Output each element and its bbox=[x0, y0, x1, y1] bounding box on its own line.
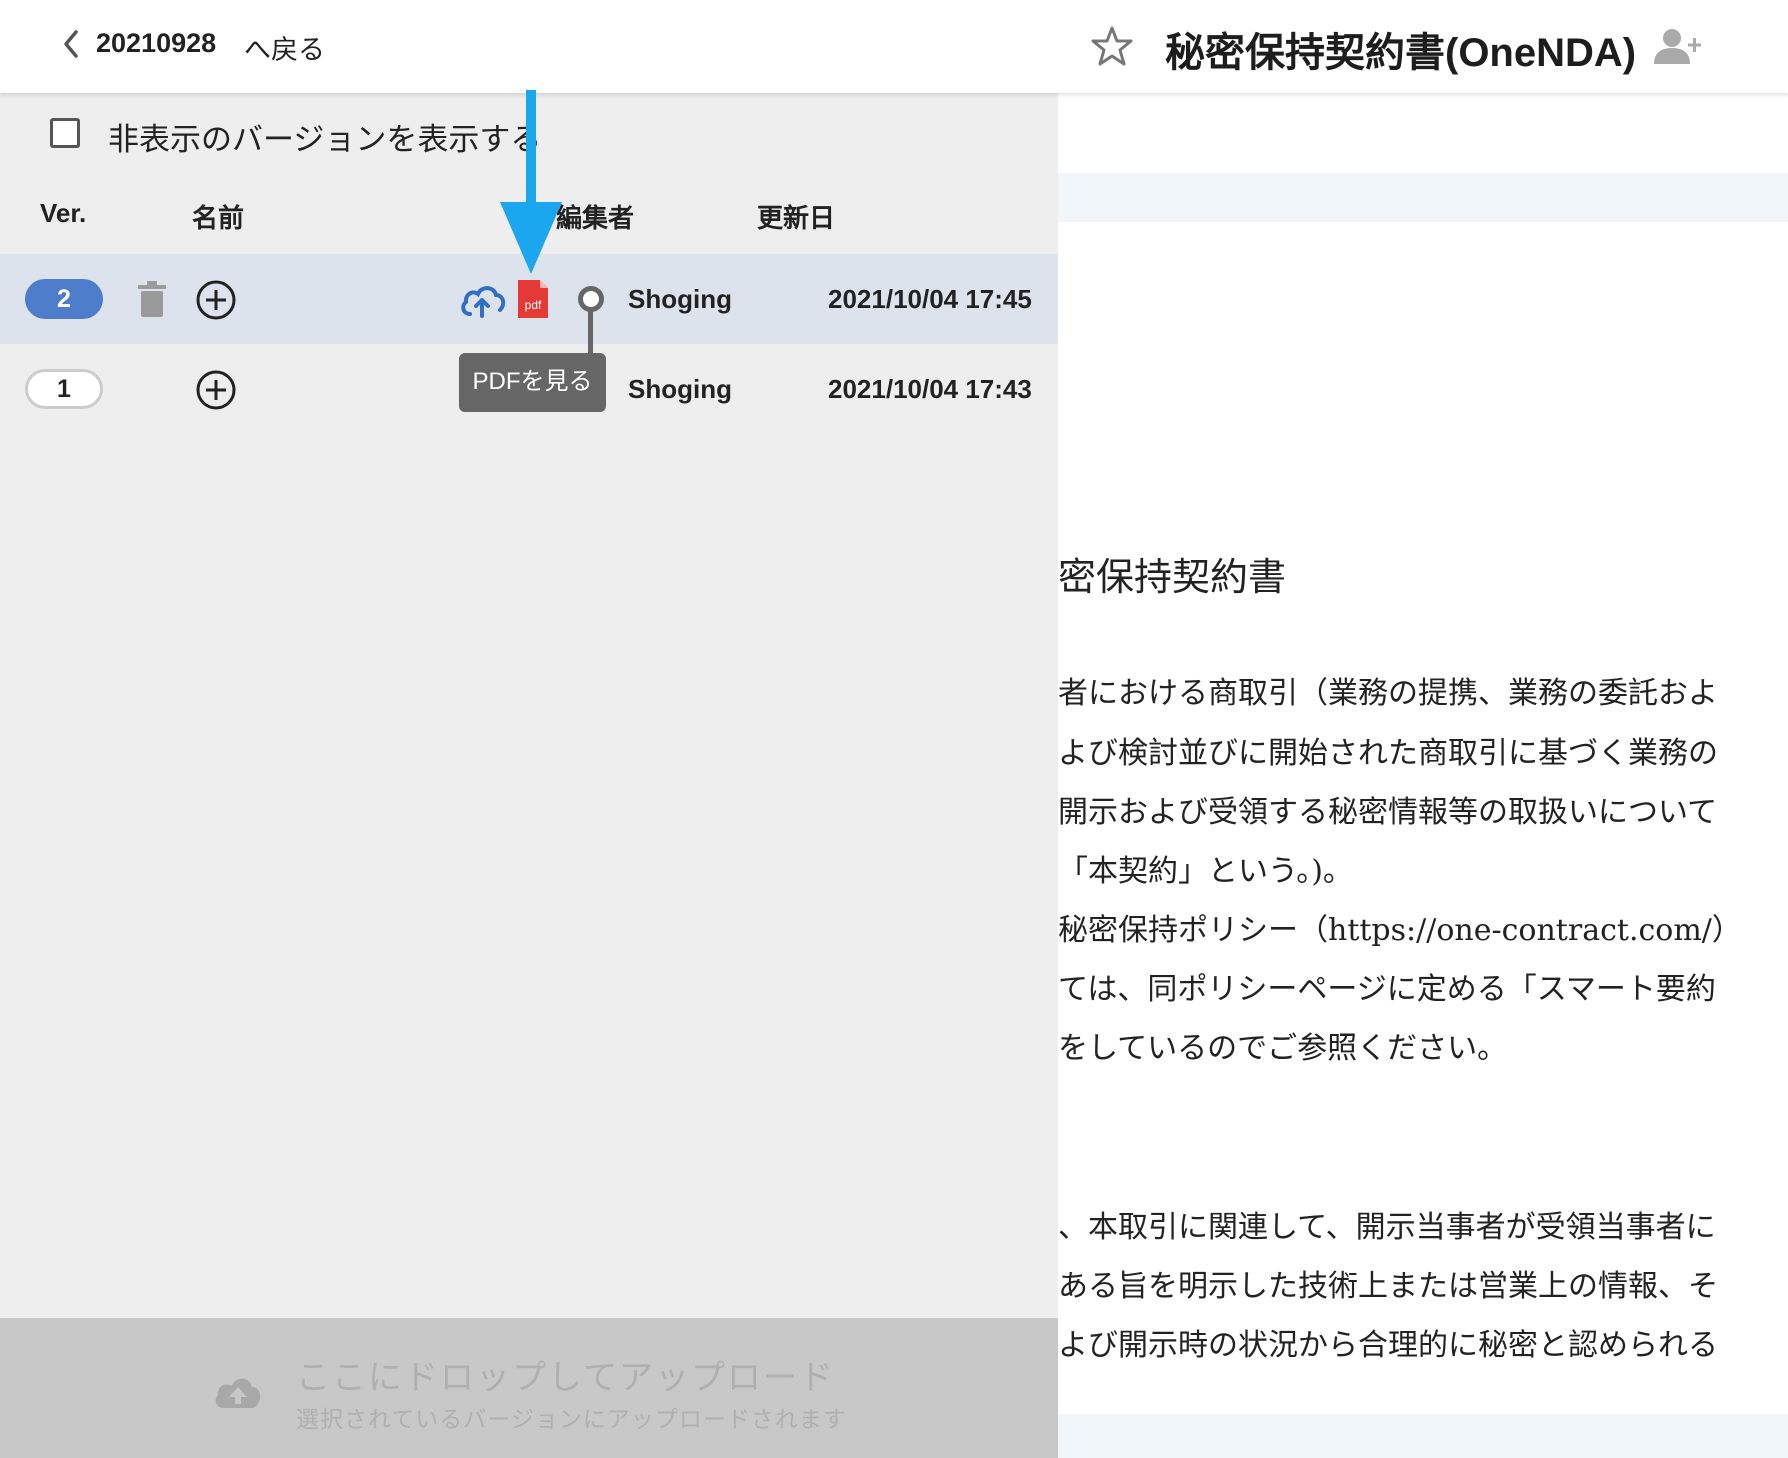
plus-circle-icon[interactable] bbox=[195, 369, 237, 411]
back-link[interactable]: へ戻る bbox=[244, 28, 325, 67]
document-toolbar-area bbox=[1058, 93, 1788, 173]
document-line: 、本取引に関連して、開示当事者が受領当事者に bbox=[1058, 1210, 1716, 1245]
document-line: 開示および受領する秘密情報等の取扱いについて bbox=[1058, 795, 1718, 830]
timeline-node bbox=[578, 286, 604, 312]
column-header-updated: 更新日 bbox=[757, 203, 836, 233]
cloud-sync-icon[interactable] bbox=[460, 282, 506, 318]
star-icon[interactable] bbox=[1090, 24, 1134, 68]
show-hidden-versions-label[interactable]: 非表示のバージョンを表示する bbox=[108, 114, 541, 159]
column-header-name: 名前 bbox=[192, 203, 245, 233]
pdf-tooltip: PDFを見る bbox=[459, 353, 606, 412]
trash-icon[interactable] bbox=[136, 280, 168, 318]
dropzone-title: ここにドロップしてアップロード bbox=[296, 1359, 835, 1397]
updated-date: 2021/10/04 17:45 bbox=[828, 284, 1032, 314]
pdf-icon-label: pdf bbox=[524, 298, 542, 312]
add-person-icon[interactable] bbox=[1652, 26, 1704, 66]
annotation-arrow-icon bbox=[500, 90, 562, 274]
cloud-upload-icon bbox=[215, 1378, 261, 1408]
document-line: をしているのでご参照ください。 bbox=[1058, 1031, 1508, 1066]
version-badge-selected[interactable]: 2 bbox=[25, 279, 103, 319]
pdf-file-icon[interactable]: pdf bbox=[516, 278, 550, 320]
top-header: 20210928 へ戻る 秘密保持契約書(OneNDA) bbox=[0, 0, 1788, 93]
show-hidden-versions-checkbox[interactable] bbox=[50, 118, 80, 148]
editor-name: Shoging bbox=[628, 284, 732, 314]
document-line: よび検討並びに開始された商取引に基づく業務の bbox=[1058, 736, 1718, 771]
document-line: よび開示時の状況から合理的に秘密と認められる bbox=[1058, 1328, 1718, 1363]
document-line: ある旨を明示した技術上または営業上の情報、そ bbox=[1058, 1269, 1718, 1304]
document-line: 「本契約」という。)。 bbox=[1058, 854, 1353, 889]
column-header-editor: 編集者 bbox=[556, 203, 635, 233]
breadcrumb-folder-link[interactable]: 20210928 bbox=[96, 28, 216, 59]
plus-circle-icon[interactable] bbox=[195, 279, 237, 321]
document-line: 者における商取引（業務の提携、業務の委託およ bbox=[1058, 676, 1718, 711]
document-heading: 密保持契約書 bbox=[1058, 555, 1287, 599]
column-header-ver: Ver. bbox=[40, 198, 87, 228]
dropzone-subtitle: 選択されているバージョンにアップロードされます bbox=[296, 1406, 847, 1432]
document-title: 秘密保持契約書(OneNDA) bbox=[1165, 31, 1637, 75]
document-line: ては、同ポリシーページに定める「スマート要約 bbox=[1058, 972, 1716, 1007]
chevron-left-icon[interactable] bbox=[56, 26, 88, 62]
editor-name: Shoging bbox=[628, 374, 732, 404]
updated-date: 2021/10/04 17:43 bbox=[828, 374, 1032, 404]
document-line: 秘密保持ポリシー（https://one-contract.com/） bbox=[1058, 913, 1742, 948]
version-badge[interactable]: 1 bbox=[25, 369, 103, 409]
